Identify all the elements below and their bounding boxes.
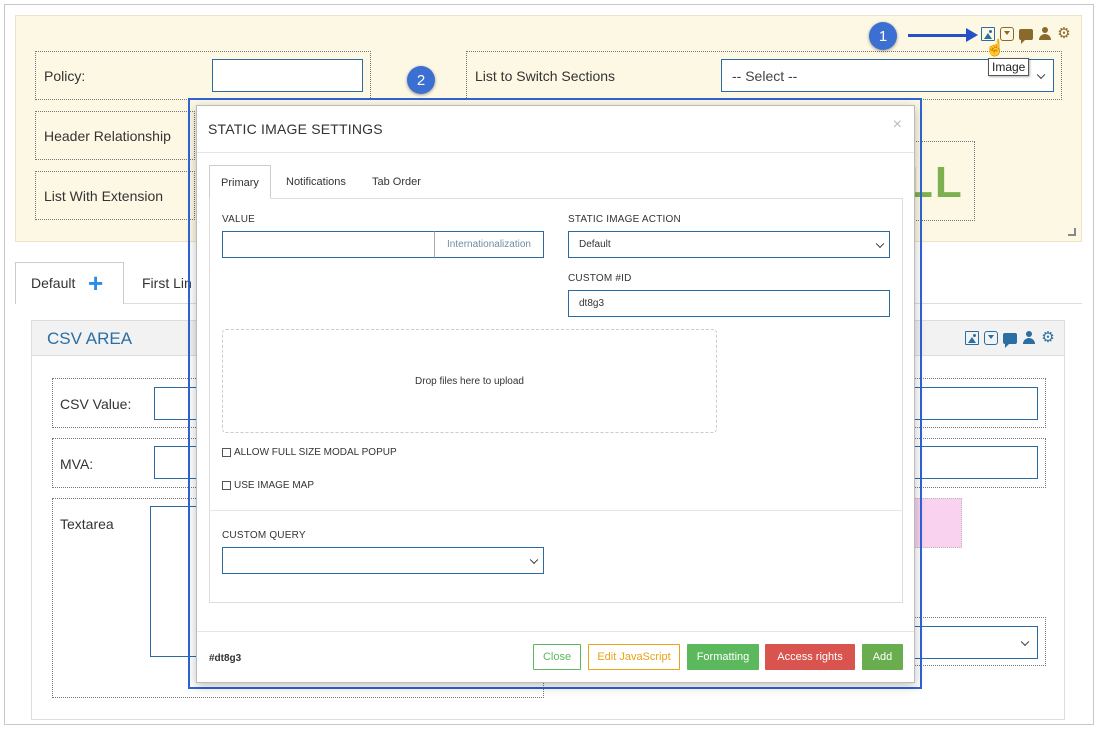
internationalization-button[interactable]: Internationalization bbox=[434, 231, 544, 258]
policy-input[interactable] bbox=[212, 59, 363, 92]
annotation-badge-2: 2 bbox=[407, 66, 435, 94]
file-dropzone[interactable]: Drop files here to upload bbox=[222, 329, 717, 433]
add-button[interactable]: Add bbox=[862, 644, 903, 670]
formatting-button[interactable]: Formatting bbox=[687, 644, 759, 670]
select-value: -- Select -- bbox=[732, 67, 798, 84]
custom-query-select[interactable] bbox=[222, 547, 544, 574]
dropdown-icon[interactable] bbox=[984, 331, 998, 345]
close-icon[interactable]: × bbox=[893, 116, 902, 134]
resize-handle-icon[interactable] bbox=[1068, 228, 1076, 236]
dropzone-text: Drop files here to upload bbox=[415, 375, 524, 387]
custom-id-label: CUSTOM #ID bbox=[568, 273, 632, 284]
close-button[interactable]: Close bbox=[533, 644, 581, 670]
chevron-down-icon bbox=[1036, 70, 1046, 79]
value-label: VALUE bbox=[222, 214, 256, 225]
footer-element-id: #dt8g3 bbox=[209, 653, 242, 664]
tab-default-label: Default bbox=[31, 275, 76, 291]
custom-id-input[interactable]: dt8g3 bbox=[568, 290, 890, 317]
use-image-map-label: USE IMAGE MAP bbox=[234, 480, 315, 491]
policy-label: Policy: bbox=[44, 68, 86, 84]
image-tooltip: Image bbox=[988, 58, 1030, 76]
csv-value-label: CSV Value: bbox=[60, 396, 132, 412]
csv-area-title: CSV AREA bbox=[47, 329, 133, 348]
custom-query-label: CUSTOM QUERY bbox=[222, 530, 306, 541]
value-input[interactable] bbox=[222, 231, 435, 258]
user-icon[interactable] bbox=[1022, 331, 1036, 345]
static-image-settings-modal: STATIC IMAGE SETTINGS × Primary Notifica… bbox=[196, 105, 915, 683]
comment-icon[interactable] bbox=[1003, 332, 1017, 348]
static-image-action-value: Default bbox=[579, 239, 611, 250]
chevron-down-icon bbox=[529, 555, 539, 564]
modal-title: STATIC IMAGE SETTINGS bbox=[208, 121, 383, 137]
image-icon[interactable] bbox=[965, 331, 979, 345]
allow-full-size-checkbox[interactable]: ALLOW FULL SIZE MODAL POPUP bbox=[222, 447, 397, 458]
static-image-action-label: STATIC IMAGE ACTION bbox=[568, 214, 681, 225]
access-rights-button[interactable]: Access rights bbox=[765, 644, 855, 670]
user-icon[interactable] bbox=[1038, 27, 1052, 41]
pointer-cursor-icon: ☝ bbox=[985, 40, 1005, 57]
section-divider bbox=[209, 510, 903, 511]
allow-full-size-label: ALLOW FULL SIZE MODAL POPUP bbox=[234, 447, 397, 458]
list-to-switch-label: List to Switch Sections bbox=[475, 68, 616, 84]
chevron-down-icon bbox=[875, 239, 885, 248]
use-image-map-checkbox[interactable]: USE IMAGE MAP bbox=[222, 480, 314, 491]
annotation-badge-1: 1 bbox=[869, 22, 897, 50]
annotation-arrow-head bbox=[966, 28, 978, 42]
add-tab-icon[interactable]: + bbox=[88, 270, 103, 296]
tab-primary[interactable]: Primary bbox=[209, 165, 271, 199]
tab-default[interactable]: Default + bbox=[15, 262, 124, 304]
gear-icon[interactable]: ⚙ bbox=[1041, 330, 1055, 345]
chevron-down-icon bbox=[1020, 637, 1030, 646]
modal-header-divider bbox=[197, 152, 914, 153]
annotation-arrow bbox=[908, 34, 970, 37]
gear-icon[interactable]: ⚙ bbox=[1057, 26, 1071, 41]
comment-icon[interactable] bbox=[1019, 28, 1033, 44]
textarea-label: Textarea bbox=[60, 516, 114, 532]
header-relationship-label: Header Relationship bbox=[44, 128, 171, 144]
checkbox-box[interactable] bbox=[222, 448, 231, 457]
bottom-select[interactable] bbox=[905, 626, 1038, 659]
csv-toolbar: ⚙ bbox=[965, 330, 1055, 348]
tab-first-link[interactable]: First Lin bbox=[142, 275, 192, 291]
mva-label: MVA: bbox=[60, 456, 94, 472]
checkbox-box[interactable] bbox=[222, 481, 231, 490]
tab-tab-order[interactable]: Tab Order bbox=[372, 176, 421, 188]
edit-javascript-button[interactable]: Edit JavaScript bbox=[588, 644, 680, 670]
static-image-action-select[interactable]: Default bbox=[568, 231, 890, 258]
list-with-extension-label: List With Extension bbox=[44, 188, 164, 204]
tab-notifications[interactable]: Notifications bbox=[286, 176, 346, 188]
modal-footer-divider bbox=[197, 631, 914, 632]
